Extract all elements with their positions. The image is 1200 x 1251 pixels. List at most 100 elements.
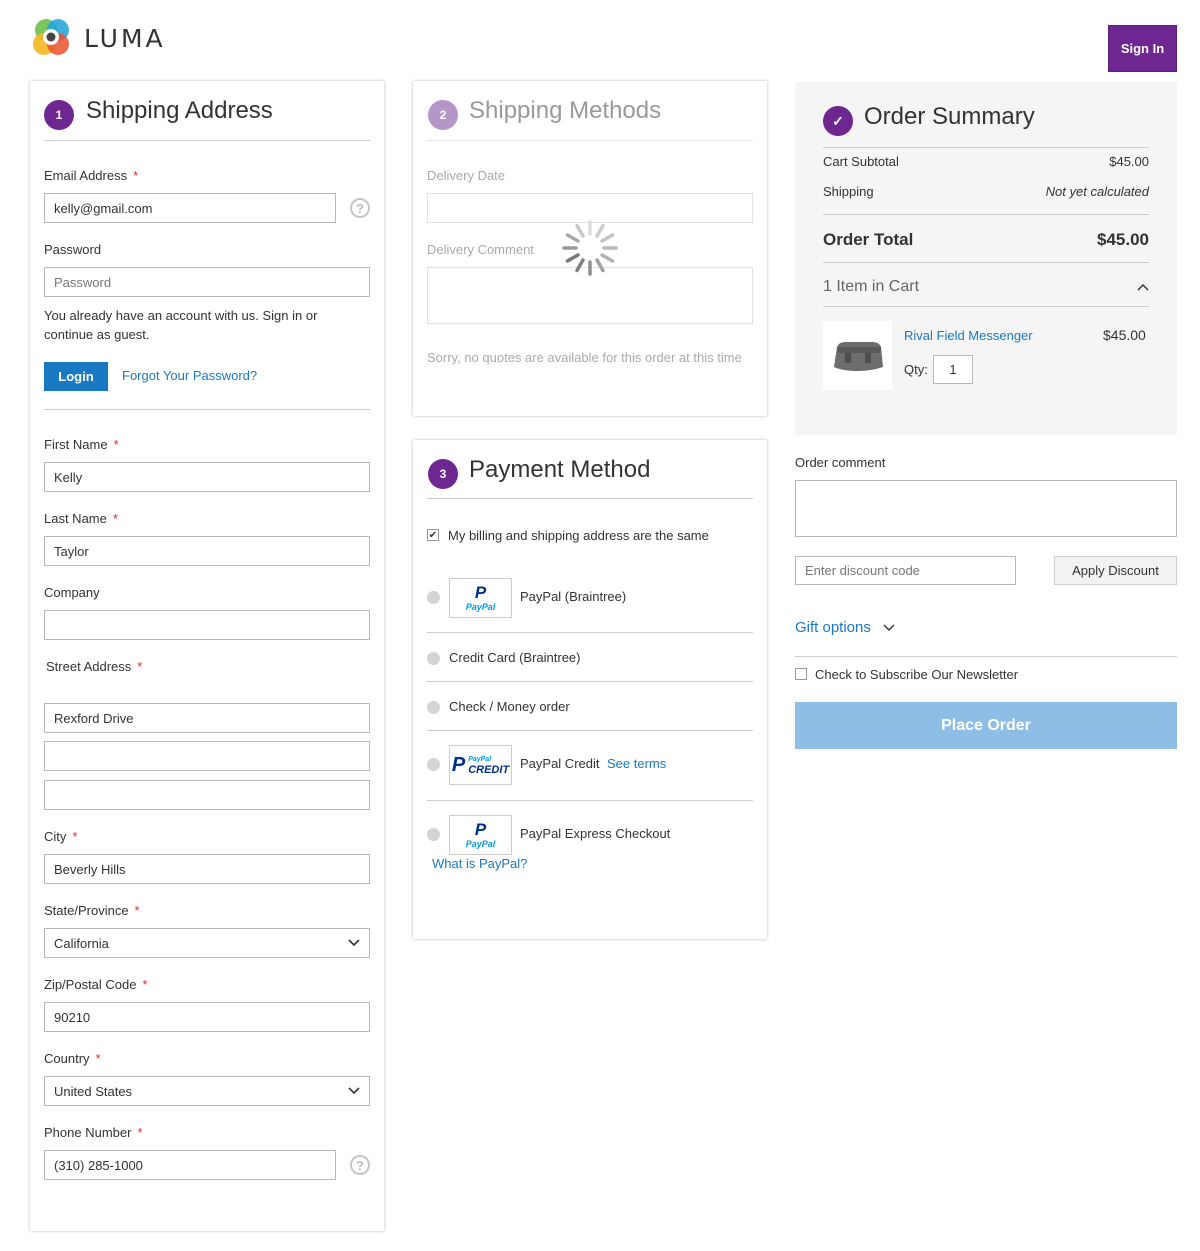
forgot-password-link[interactable]: Forgot Your Password? [122,368,257,383]
payment-option-label[interactable]: PayPal Express Checkout [520,826,670,841]
divider [427,730,753,731]
discount-code-field[interactable]: Enter discount code [795,556,1016,585]
newsletter-checkbox[interactable] [795,668,807,680]
same-address-label: My billing and shipping address are the … [448,528,709,543]
apply-discount-button[interactable]: Apply Discount [1054,556,1177,585]
zip-field[interactable]: 90210 [44,1002,370,1032]
shipping-address-title: Shipping Address [86,97,273,124]
divider [44,409,370,410]
delivery-comment-label: Delivery Comment [427,242,534,257]
first-name-label: First Name * [44,437,119,452]
chevron-down-icon [883,624,895,631]
street-line-3-field[interactable] [44,780,370,810]
order-summary-title: Order Summary [864,103,1035,130]
order-comment-label: Order comment [795,455,886,470]
state-label: State/Province * [44,903,140,918]
order-total-row: Order Total $45.00 [823,230,1149,250]
email-field[interactable]: kelly@gmail.com [44,193,336,223]
state-value: California [54,935,109,951]
email-label: Email Address * [44,168,139,183]
gift-options-toggle[interactable]: Gift options [795,619,895,636]
check-icon: ✓ [823,106,853,136]
payment-option-label[interactable]: PayPal Credit [520,756,599,771]
paypal-credit-radio[interactable] [427,758,440,771]
what-is-paypal-link[interactable]: What is PayPal? [432,856,527,871]
brand-name: LUMA [84,23,166,53]
payment-option-label[interactable]: Check / Money order [449,699,570,714]
messenger-bag-icon [833,341,883,371]
items-in-cart-label: 1 Item in Cart [823,278,920,295]
country-select[interactable]: United States [44,1076,370,1106]
order-comment-field[interactable] [795,480,1177,537]
state-select[interactable]: California [44,928,370,958]
divider [823,262,1149,263]
cart-subtotal-label: Cart Subtotal [823,154,899,169]
cart-subtotal-value: $45.00 [1109,154,1149,169]
paypal-braintree-radio[interactable] [427,591,440,604]
paypal-credit-big: CREDIT [468,764,510,776]
divider [427,681,753,682]
phone-label: Phone Number * [44,1125,143,1140]
order-total-label: Order Total [823,230,914,249]
paypal-credit-logo-icon: P PayPal CREDIT [449,745,512,785]
city-field[interactable]: Beverly Hills [44,854,370,884]
product-name-link[interactable]: Rival Field Messenger [904,328,1033,343]
shipping-value: Not yet calculated [1045,184,1149,199]
chevron-down-icon [348,1087,360,1095]
loading-spinner-icon [562,220,618,276]
luma-logo[interactable]: LUMA [30,16,166,60]
password-field[interactable]: Password [44,267,370,297]
country-value: United States [54,1083,133,1099]
first-name-field[interactable]: Kelly [44,462,370,492]
payment-option-label[interactable]: Credit Card (Braintree) [449,650,581,665]
paypal-logo-text: PayPal [465,839,496,849]
company-label: Company [44,585,100,600]
paypal-logo-icon: P PayPal [449,578,512,618]
company-field[interactable] [44,610,370,640]
divider [427,800,753,801]
city-label: City * [44,829,78,844]
chevron-down-icon [348,939,360,947]
last-name-field[interactable]: Taylor [44,536,370,566]
chevron-up-icon [1137,283,1149,291]
cart-subtotal-row: Cart Subtotal $45.00 [823,154,1149,169]
phone-field[interactable]: (310) 285-1000 [44,1150,336,1180]
payment-method-title: Payment Method [469,456,651,483]
street-line-2-field[interactable] [44,741,370,771]
last-name-label: Last Name * [44,511,118,526]
step-1-badge: 1 [44,100,74,130]
place-order-button[interactable]: Place Order [795,702,1177,749]
newsletter-label: Check to Subscribe Our Newsletter [815,667,1019,682]
password-label: Password [44,242,102,257]
credit-card-radio[interactable] [427,652,440,665]
divider [795,656,1177,657]
login-button[interactable]: Login [44,362,108,391]
email-help-icon[interactable]: ? [350,198,370,218]
step-3-badge: 3 [428,459,458,489]
paypal-logo-text: PayPal [465,602,496,612]
street-address-label: Street Address * [46,659,143,674]
gift-options-label: Gift options [795,619,871,636]
divider [823,306,1149,307]
check-money-order-radio[interactable] [427,701,440,714]
divider [427,140,753,141]
payment-option-label[interactable]: PayPal (Braintree) [520,589,626,604]
paypal-express-radio[interactable] [427,828,440,841]
street-line-1-field[interactable]: Rexford Drive [44,703,370,733]
product-image [823,321,892,390]
luma-logo-icon [33,19,69,55]
qty-field[interactable]: 1 [933,355,973,384]
items-in-cart-toggle[interactable]: 1 Item in Cart [823,278,1149,296]
same-address-checkbox[interactable]: ✔ [427,529,439,541]
qty-label: Qty: [904,362,928,377]
divider [823,214,1149,215]
divider [44,140,370,141]
divider [427,632,753,633]
see-terms-link[interactable]: See terms [607,756,666,771]
delivery-date-label: Delivery Date [427,168,506,183]
sign-in-button[interactable]: Sign In [1108,25,1177,72]
country-label: Country * [44,1051,101,1066]
phone-help-icon[interactable]: ? [350,1155,370,1175]
product-price: $45.00 [1103,327,1146,343]
shipping-methods-title: Shipping Methods [469,97,662,124]
